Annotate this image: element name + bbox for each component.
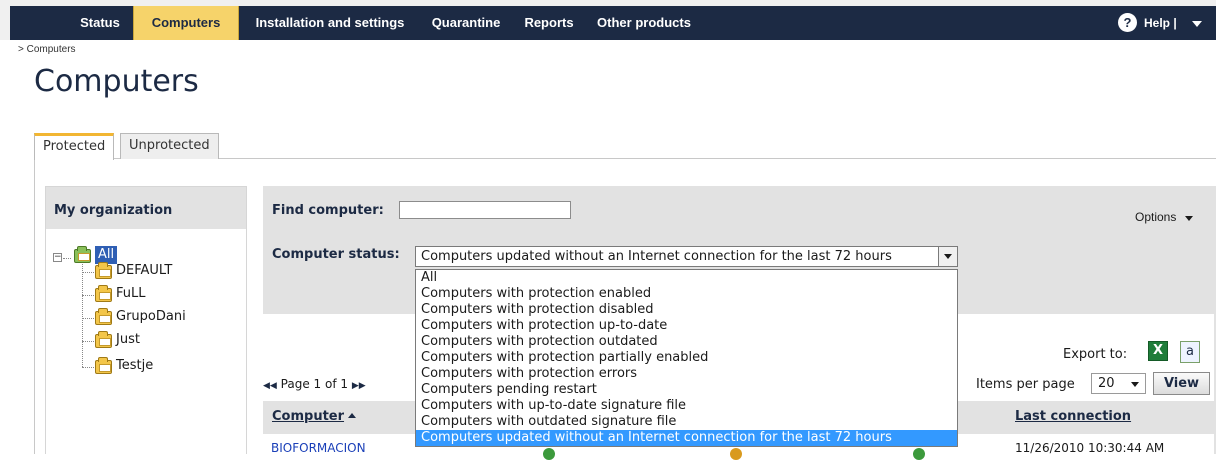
tree-connector bbox=[82, 341, 94, 342]
table-row-computer-link[interactable]: BIOFORMACION bbox=[271, 441, 366, 455]
tree-connector bbox=[82, 367, 94, 368]
table-row-last-connection: 11/26/2010 10:30:44 AM bbox=[1015, 441, 1165, 455]
sort-ascending-icon bbox=[348, 413, 357, 418]
computer-status-value: Computers updated without an Internet co… bbox=[421, 249, 892, 264]
computer-status-select[interactable]: Computers updated without an Internet co… bbox=[415, 246, 958, 267]
dropdown-option[interactable]: Computers with protection enabled bbox=[416, 286, 957, 302]
chevron-down-icon bbox=[1131, 382, 1139, 387]
tree-item-just[interactable]: Just bbox=[116, 332, 140, 347]
column-last-connection[interactable]: Last connection bbox=[1015, 409, 1131, 424]
question-icon: ? bbox=[1118, 13, 1137, 32]
pager: ◀◀ Page 1 of 1 ▶▶ bbox=[263, 377, 366, 391]
dropdown-option[interactable]: Computers with protection partially enab… bbox=[416, 350, 957, 366]
tab-unprotected[interactable]: Unprotected bbox=[120, 133, 219, 159]
help-menu[interactable]: ? Help | bbox=[1106, 6, 1216, 40]
chevron-down-icon bbox=[1185, 216, 1193, 221]
dropdown-option-selected[interactable]: Computers updated without an Internet co… bbox=[416, 430, 957, 446]
page-title: Computers bbox=[34, 64, 199, 99]
status-warning-icon bbox=[730, 448, 742, 460]
nav-quarantine[interactable]: Quarantine bbox=[418, 6, 514, 40]
chevron-down-icon bbox=[1192, 21, 1202, 27]
export-label: Export to: bbox=[1063, 347, 1128, 362]
tree-item-grupodani[interactable]: GrupoDani bbox=[116, 309, 186, 324]
column-computer-label: Computer bbox=[272, 409, 345, 424]
nav-reports[interactable]: Reports bbox=[514, 6, 584, 40]
last-page-icon[interactable]: ▶▶ bbox=[352, 381, 366, 391]
chevron-down-icon[interactable] bbox=[938, 247, 957, 266]
tree-item-default[interactable]: DEFAULT bbox=[116, 263, 172, 278]
dropdown-option[interactable]: Computers pending restart bbox=[416, 382, 957, 398]
items-per-page-select[interactable]: 20 bbox=[1091, 373, 1146, 394]
breadcrumb[interactable]: > Computers bbox=[18, 44, 76, 55]
dropdown-option[interactable]: Computers with protection errors bbox=[416, 366, 957, 382]
tree-item-full[interactable]: FuLL bbox=[116, 286, 146, 301]
options-menu[interactable]: Options bbox=[1135, 210, 1176, 224]
folder-icon bbox=[95, 285, 112, 302]
excel-icon[interactable]: X bbox=[1148, 341, 1168, 361]
tree-connector bbox=[82, 295, 94, 296]
column-computer[interactable]: Computer bbox=[272, 409, 357, 424]
dropdown-option[interactable]: Computers with protection outdated bbox=[416, 334, 957, 350]
main-nav: Status Computers Installation and settin… bbox=[10, 6, 1216, 40]
tree-connector bbox=[82, 264, 83, 367]
folder-icon bbox=[95, 331, 112, 348]
status-ok-icon bbox=[543, 448, 555, 460]
find-computer-input[interactable] bbox=[399, 201, 571, 219]
organization-header: My organization bbox=[46, 187, 246, 229]
folder-icon bbox=[95, 357, 112, 374]
view-button[interactable]: View bbox=[1153, 372, 1210, 395]
tree-connector bbox=[63, 258, 71, 259]
organization-panel: My organization − All DEFAULT FuLL Grupo… bbox=[45, 186, 247, 454]
dropdown-option[interactable]: Computers with outdated signature file bbox=[416, 414, 957, 430]
dropdown-option[interactable]: All bbox=[416, 270, 957, 286]
dropdown-option[interactable]: Computers with protection up-to-date bbox=[416, 318, 957, 334]
status-ok-icon bbox=[913, 448, 925, 460]
page-indicator: Page 1 of 1 bbox=[280, 377, 349, 391]
collapse-icon[interactable]: − bbox=[53, 253, 62, 262]
tree-connector bbox=[82, 272, 94, 273]
dropdown-option[interactable]: Computers with protection disabled bbox=[416, 302, 957, 318]
find-computer-label: Find computer: bbox=[272, 203, 384, 218]
nav-installation-settings[interactable]: Installation and settings bbox=[242, 6, 418, 40]
folder-open-icon bbox=[74, 246, 91, 263]
dropdown-option[interactable]: Computers with up-to-date signature file bbox=[416, 398, 957, 414]
folder-icon bbox=[95, 262, 112, 279]
tab-protected[interactable]: Protected bbox=[34, 133, 115, 160]
help-label: Help | bbox=[1144, 16, 1177, 30]
folder-icon bbox=[95, 308, 112, 325]
computer-status-label: Computer status: bbox=[272, 247, 400, 262]
text-file-icon[interactable]: a bbox=[1180, 341, 1200, 363]
items-per-page-value: 20 bbox=[1098, 376, 1115, 391]
tree-item-testje[interactable]: Testje bbox=[116, 358, 153, 373]
nav-status[interactable]: Status bbox=[68, 6, 132, 40]
items-per-page-label: Items per page bbox=[976, 377, 1075, 392]
nav-other-products[interactable]: Other products bbox=[586, 6, 702, 40]
first-page-icon[interactable]: ◀◀ bbox=[263, 381, 277, 391]
nav-computers[interactable]: Computers bbox=[133, 6, 239, 40]
computer-status-dropdown[interactable]: All Computers with protection enabled Co… bbox=[415, 269, 958, 447]
tree-connector bbox=[82, 318, 94, 319]
